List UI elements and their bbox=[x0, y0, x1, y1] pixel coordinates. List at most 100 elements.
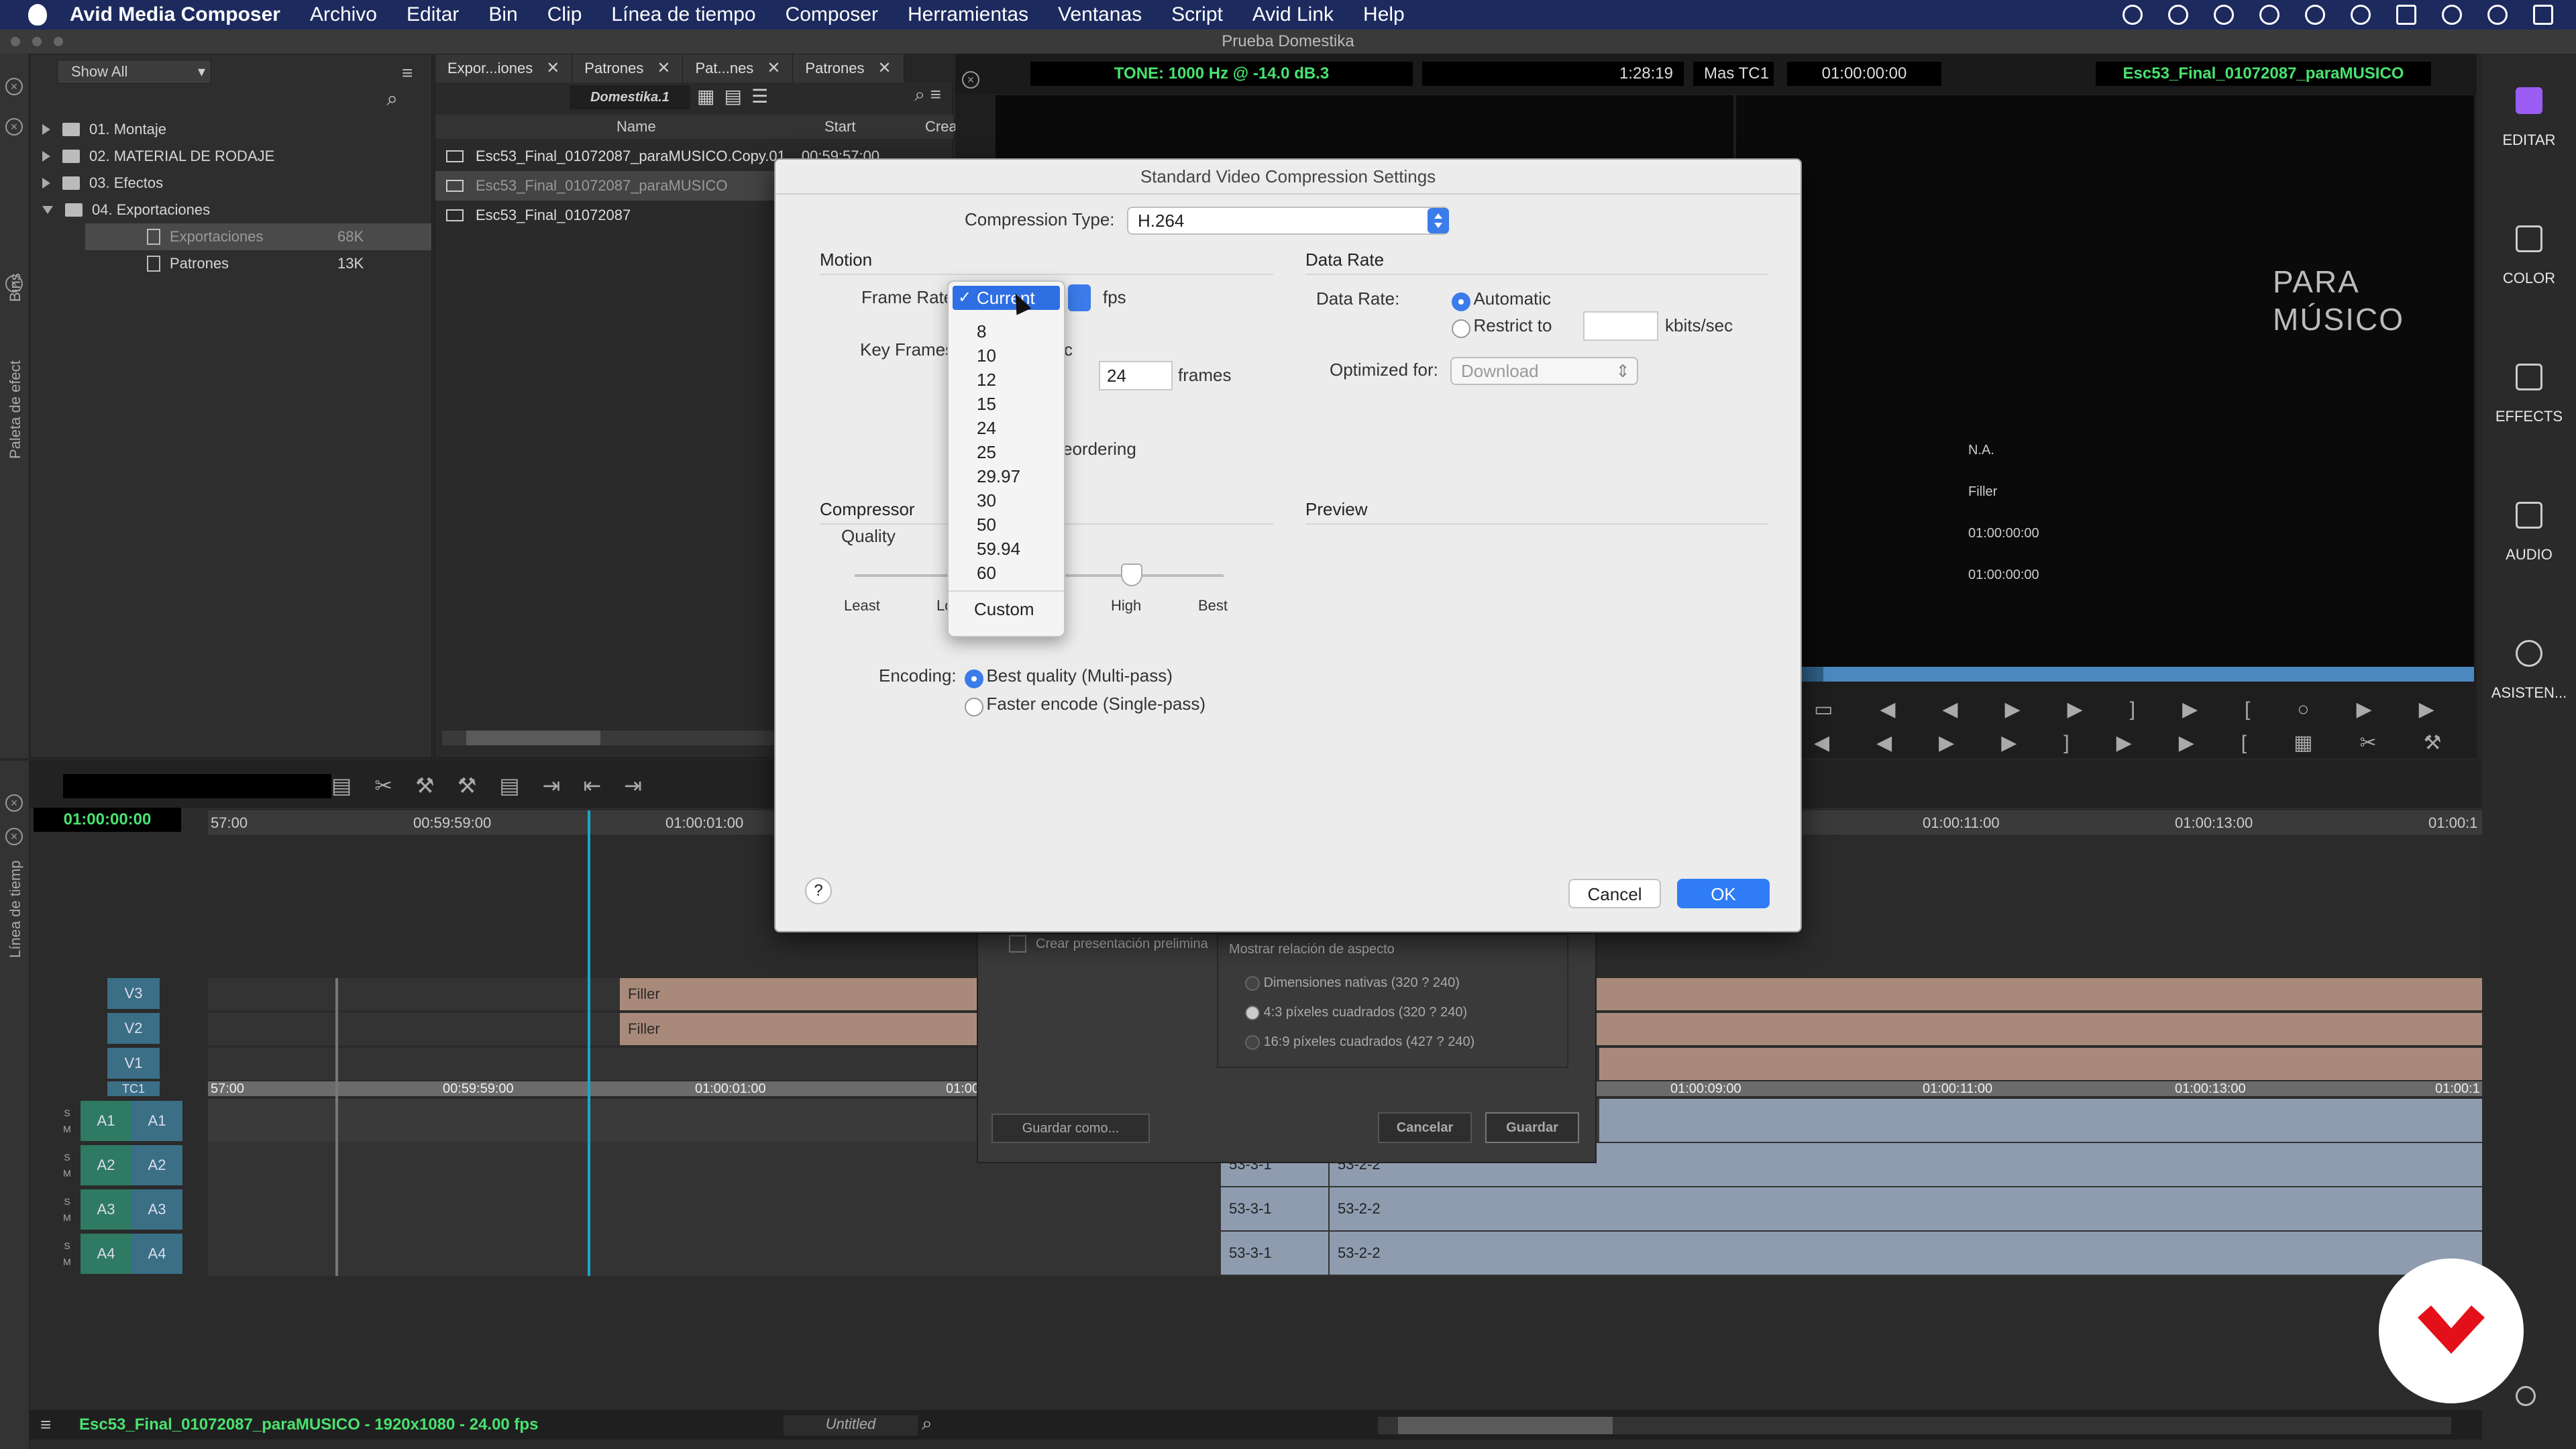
audio-clip[interactable]: 53-2-2 bbox=[1330, 1187, 2482, 1230]
track-a3-header[interactable]: S M A3 A3 bbox=[54, 1187, 182, 1232]
position-bar[interactable] bbox=[1736, 667, 2474, 682]
track-v1-header[interactable]: V1 bbox=[107, 1048, 160, 1079]
close-tab-icon[interactable]: ✕ bbox=[657, 54, 670, 83]
creative-cloud-icon[interactable] bbox=[2259, 5, 2279, 25]
siri-icon[interactable] bbox=[2487, 5, 2508, 25]
record-icon[interactable] bbox=[2123, 5, 2143, 25]
tool-audio[interactable]: AUDIO bbox=[2482, 502, 2576, 640]
timecode-display-1[interactable]: 1:28:19 bbox=[1422, 62, 1684, 86]
menu-item-15[interactable]: 15 bbox=[949, 392, 1064, 416]
close-tab-icon[interactable]: ✕ bbox=[546, 54, 559, 83]
tool-effects[interactable]: EFFECTS bbox=[2482, 364, 2576, 502]
column-name[interactable]: Name bbox=[616, 115, 656, 139]
encoding-singlepass-option[interactable]: Faster encode (Single-pass) bbox=[965, 694, 1205, 716]
audio-clip[interactable] bbox=[1599, 1099, 2482, 1142]
cancel-button[interactable]: Cancel bbox=[1568, 879, 1661, 908]
search-icon[interactable] bbox=[2442, 5, 2462, 25]
close-icon[interactable]: × bbox=[5, 78, 23, 95]
menu-item-12[interactable]: 12 bbox=[949, 368, 1064, 392]
mute-button[interactable]: M bbox=[54, 1165, 80, 1181]
solo-button[interactable]: S bbox=[54, 1105, 80, 1121]
skype-icon[interactable] bbox=[2168, 5, 2188, 25]
preview-checkbox[interactable] bbox=[1009, 935, 1026, 953]
menu-help[interactable]: Help bbox=[1363, 3, 1405, 26]
optimized-for-select[interactable]: Download ⇕ bbox=[1450, 357, 1638, 385]
close-icon[interactable]: × bbox=[5, 828, 23, 845]
frame-view-icon[interactable]: ▦ bbox=[697, 85, 714, 107]
compression-type-select[interactable]: H.264 bbox=[1127, 207, 1449, 235]
close-window-icon[interactable] bbox=[11, 37, 20, 46]
list-view-icon[interactable]: ☰ bbox=[751, 85, 768, 107]
hamburger-icon[interactable]: ≡ bbox=[402, 62, 422, 84]
track-v3-header[interactable]: V3 bbox=[107, 978, 160, 1009]
menu-item-60[interactable]: 60 bbox=[949, 561, 1064, 585]
show-all-dropdown[interactable]: Show All ▾ bbox=[57, 60, 211, 84]
radio[interactable] bbox=[965, 697, 983, 716]
menu-item-8[interactable]: 8 bbox=[949, 319, 1064, 343]
track-v2-header[interactable]: V2 bbox=[107, 1013, 160, 1044]
untitled-dropdown[interactable]: Untitled bbox=[784, 1415, 918, 1436]
aspect-option-3[interactable]: 16:9 píxeles cuadrados (427 ? 240) bbox=[1245, 1034, 1474, 1050]
audio-clip[interactable]: 53-2-2 bbox=[1330, 1232, 2482, 1275]
solo-button[interactable]: S bbox=[54, 1193, 80, 1210]
guardar-button[interactable]: Guardar bbox=[1485, 1112, 1579, 1143]
settings-dot-icon[interactable] bbox=[2516, 1386, 2536, 1406]
menu-archivo[interactable]: Archivo bbox=[310, 3, 377, 26]
rail-label-timeline[interactable]: Línea de tiemp bbox=[7, 860, 24, 958]
frame-rate-stepper-icon[interactable] bbox=[1068, 284, 1091, 311]
mute-button[interactable]: M bbox=[54, 1254, 80, 1270]
key-frames-input[interactable]: 24 bbox=[1099, 361, 1173, 390]
mas-tc1-label[interactable]: Mas TC1 bbox=[1693, 62, 1774, 86]
menu-clip[interactable]: Clip bbox=[547, 3, 582, 26]
bin-item-patrones[interactable]: Patrones 13K bbox=[85, 250, 431, 277]
record-monitor[interactable]: PARA MÚSICO N.A. Filler 01:00:00:00 01:00:00… bbox=[1736, 95, 2474, 672]
transport-controls-row2[interactable]: ◀◀▶▶]▶▶[▦✂⚒ bbox=[1814, 731, 2488, 755]
menu-ventanas[interactable]: Ventanas bbox=[1058, 3, 1142, 26]
radio-selected[interactable] bbox=[1452, 292, 1470, 311]
solo-mute-a4[interactable]: SM bbox=[54, 1238, 80, 1270]
wifi-icon[interactable] bbox=[2305, 5, 2325, 25]
close-icon[interactable]: × bbox=[5, 118, 23, 136]
tool-color[interactable]: COLOR bbox=[2482, 225, 2576, 364]
radio[interactable] bbox=[1452, 319, 1470, 338]
mute-button[interactable]: M bbox=[54, 1210, 80, 1226]
timeline-track-name[interactable] bbox=[63, 774, 331, 798]
sequence-name-display[interactable]: Esc53_Final_01072087_paraMUSICO bbox=[2096, 62, 2431, 86]
menu-editar[interactable]: Editar bbox=[407, 3, 459, 26]
scrollbar-thumb[interactable] bbox=[1398, 1417, 1613, 1434]
menu-herramientas[interactable]: Herramientas bbox=[908, 3, 1028, 26]
transport-controls-row1[interactable]: ▭◀◀▶▶]▶[○▶▶ bbox=[1814, 698, 2481, 721]
tool-editar[interactable]: EDITAR bbox=[2482, 87, 2576, 225]
menu-item-custom[interactable]: Custom bbox=[949, 597, 1064, 621]
close-icon[interactable]: × bbox=[5, 794, 23, 812]
close-tab-icon[interactable]: ✕ bbox=[877, 54, 891, 83]
menu-item-24[interactable]: 24 bbox=[949, 416, 1064, 440]
bin-item-exportaciones[interactable]: Exportaciones 68K bbox=[85, 223, 431, 250]
timeline-tools[interactable]: ▤✂⚒⚒▤⇥⇤⇥ bbox=[331, 773, 665, 798]
minimize-window-icon[interactable] bbox=[32, 37, 42, 46]
menu-avid-link[interactable]: Avid Link bbox=[1252, 3, 1334, 26]
solo-mute-a2[interactable]: SM bbox=[54, 1149, 80, 1181]
scrollbar-thumb[interactable] bbox=[466, 731, 600, 745]
disclosure-triangle-icon[interactable] bbox=[42, 124, 50, 135]
cancelar-button[interactable]: Cancelar bbox=[1378, 1112, 1472, 1143]
menu-item-29-97[interactable]: 29.97 bbox=[949, 464, 1064, 488]
menu-app-name[interactable]: Avid Media Composer bbox=[70, 3, 280, 26]
menu-item-10[interactable]: 10 bbox=[949, 343, 1064, 368]
timeline-timecode[interactable]: 01:00:00:00 bbox=[34, 808, 181, 832]
radio-selected[interactable] bbox=[1245, 1005, 1260, 1020]
close-icon[interactable]: × bbox=[5, 275, 23, 292]
solo-mute-a3[interactable]: SM bbox=[54, 1193, 80, 1226]
tool-asistente[interactable]: ASISTEN... bbox=[2482, 640, 2576, 778]
tree-item-exportaciones[interactable]: 04. Exportaciones bbox=[30, 197, 431, 223]
mute-button[interactable]: M bbox=[54, 1121, 80, 1137]
menu-bin[interactable]: Bin bbox=[488, 3, 517, 26]
search-icon[interactable]: ⌕ bbox=[386, 88, 398, 111]
disclosure-triangle-icon[interactable] bbox=[42, 178, 50, 189]
menu-item-50[interactable]: 50 bbox=[949, 513, 1064, 537]
control-center-icon[interactable] bbox=[2533, 5, 2553, 25]
airplay-icon[interactable] bbox=[2396, 5, 2416, 25]
disclosure-triangle-icon[interactable] bbox=[42, 151, 50, 162]
tab-patrones[interactable]: Patrones ✕ bbox=[572, 54, 684, 83]
menu-script[interactable]: Script bbox=[1171, 3, 1223, 26]
